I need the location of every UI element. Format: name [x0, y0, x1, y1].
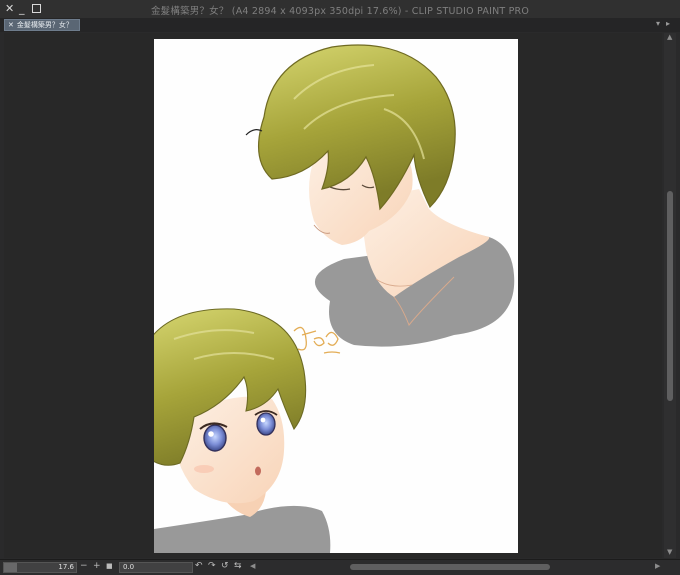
scroll-left-icon[interactable]: ◀ — [250, 562, 255, 570]
zoom-out-button[interactable]: − — [80, 561, 88, 572]
scroll-down-icon[interactable]: ▼ — [667, 548, 672, 556]
document-tab[interactable]: ✕ 金髮構築男？女？ — [4, 19, 80, 31]
zoom-value: 17.6 — [58, 563, 74, 571]
document-tab-label: 金髮構築男？女？ — [16, 21, 73, 29]
rotate-right-button[interactable]: ↷ — [208, 561, 216, 572]
document-tab-bar: ✕ 金髮構築男？女？ — [0, 18, 680, 32]
scroll-up-icon[interactable]: ▲ — [667, 33, 672, 41]
vertical-scrollbar[interactable]: ▲ ▼ — [664, 33, 676, 558]
illustration — [154, 44, 515, 553]
horizontal-scroll-thumb[interactable] — [350, 564, 550, 570]
reset-rotation-button[interactable]: ↺ — [221, 561, 229, 572]
artist-signature — [293, 326, 341, 354]
tab-scroll-right-icon[interactable]: ▸ — [666, 19, 670, 28]
status-bar: 17.6 − + ■ 0.0 ↶ ↷ ↺ ⇆ ◀ ▶ — [0, 559, 680, 575]
rotation-slider[interactable]: 0.0 — [119, 562, 193, 573]
rotate-left-button[interactable]: ↶ — [195, 561, 203, 572]
zoom-slider[interactable]: 17.6 — [3, 562, 77, 573]
tab-list-dropdown-icon[interactable]: ▾ — [656, 19, 660, 28]
stop-icon[interactable]: ■ — [106, 561, 113, 572]
upper-figure — [245, 44, 515, 347]
flip-horizontal-button[interactable]: ⇆ — [234, 561, 242, 572]
title-bar: ✕ _ 金髮構築男？女？ (A4 2894 x 4093px 350dpi 17… — [0, 0, 680, 19]
zoom-slider-fill — [4, 563, 17, 572]
zoom-in-button[interactable]: + — [93, 561, 101, 572]
window-title: 金髮構築男？女？ (A4 2894 x 4093px 350dpi 17.6%)… — [150, 6, 530, 17]
scroll-right-icon[interactable]: ▶ — [655, 562, 660, 570]
vertical-scroll-thumb[interactable] — [667, 191, 673, 401]
rotation-value: 0.0 — [123, 563, 135, 571]
canvas-area[interactable] — [4, 33, 662, 558]
lower-figure — [154, 308, 331, 553]
tab-close-icon[interactable]: ✕ — [8, 21, 14, 29]
canvas-paper[interactable] — [154, 39, 518, 553]
